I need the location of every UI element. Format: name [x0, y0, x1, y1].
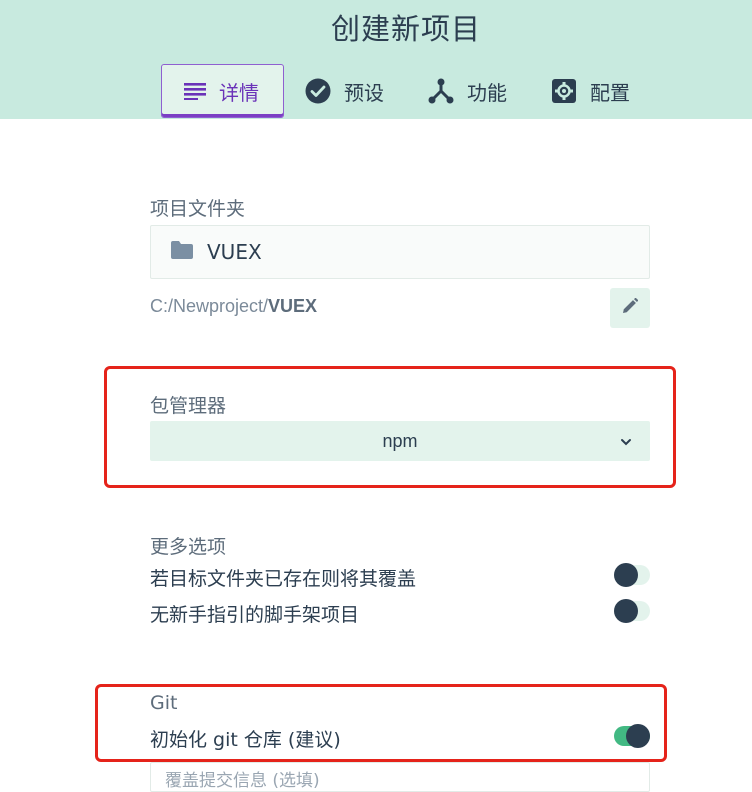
- more-options-label: 更多选项: [150, 536, 227, 558]
- no-guide-toggle[interactable]: [614, 599, 650, 623]
- list-icon: [184, 82, 206, 100]
- package-manager-select[interactable]: npm: [150, 421, 650, 461]
- edit-path-button[interactable]: [610, 288, 650, 328]
- path-prefix: C:/Newproject/: [150, 296, 269, 316]
- folder-icon: [171, 241, 193, 263]
- tab-label: 预设: [344, 80, 384, 105]
- header: 创建新项目 详情 预设 功能 配置: [0, 0, 752, 119]
- page-title: 创建新项目: [330, 12, 481, 46]
- tab-label: 功能: [467, 80, 507, 105]
- tab-label: 配置: [590, 80, 630, 105]
- git-init-toggle[interactable]: [614, 724, 650, 748]
- package-manager-value: npm: [382, 430, 418, 451]
- folder-name-input[interactable]: VUEX: [150, 225, 650, 279]
- package-manager-label: 包管理器: [150, 395, 227, 417]
- check-circle-icon: [305, 78, 331, 104]
- folder-label: 项目文件夹: [150, 198, 246, 220]
- tab-label: 详情: [219, 80, 259, 105]
- toggle-knob: [626, 724, 650, 748]
- pencil-icon: [622, 297, 639, 318]
- fork-icon: [428, 78, 454, 104]
- git-init-label: 初始化 git 仓库 (建议): [150, 729, 341, 751]
- option-overwrite-label: 若目标文件夹已存在则将其覆盖: [150, 568, 417, 590]
- commit-message-input[interactable]: 覆盖提交信息 (选填): [150, 762, 650, 792]
- git-label: Git: [150, 692, 178, 714]
- tab-config[interactable]: 配置: [551, 64, 630, 118]
- tab-features[interactable]: 功能: [428, 64, 507, 118]
- folder-name: VUEX: [207, 240, 262, 264]
- gear-icon: [551, 78, 577, 104]
- toggle-knob: [614, 563, 638, 587]
- tab-presets[interactable]: 预设: [305, 64, 384, 118]
- chevron-down-icon: [620, 433, 632, 452]
- folder-path: C:/Newproject/VUEX: [150, 296, 317, 317]
- option-no-guide-label: 无新手指引的脚手架项目: [150, 604, 360, 626]
- overwrite-toggle[interactable]: [614, 563, 650, 587]
- toggle-knob: [614, 599, 638, 623]
- tab-details[interactable]: 详情: [161, 64, 284, 118]
- path-name: VUEX: [268, 296, 318, 316]
